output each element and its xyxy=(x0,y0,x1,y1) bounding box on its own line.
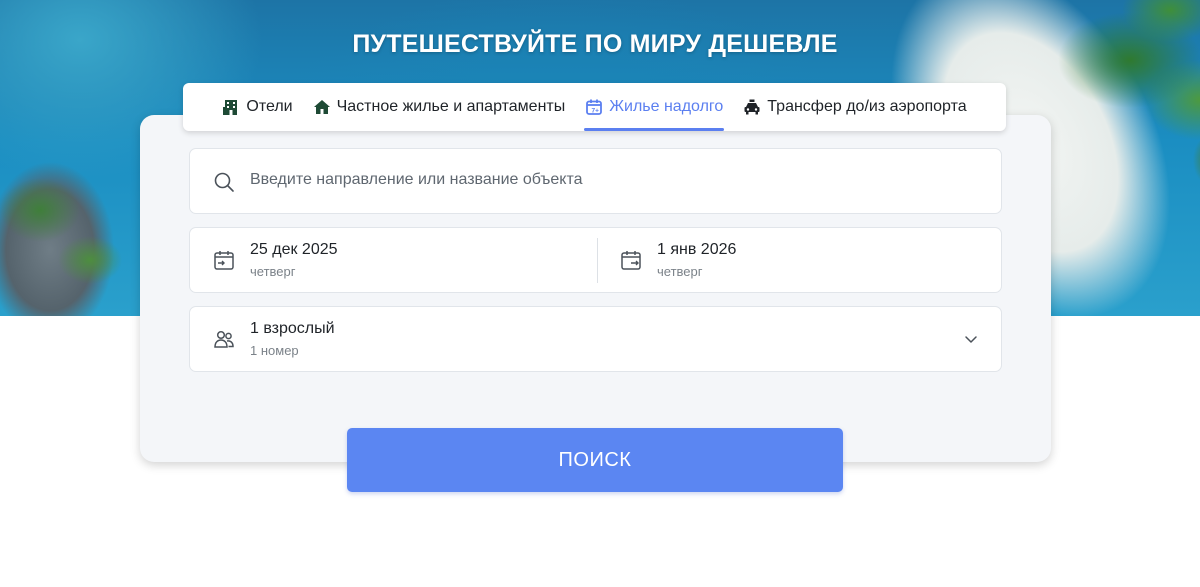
house-icon xyxy=(313,98,331,116)
tab-hotels-label: Отели xyxy=(246,98,293,115)
taxi-icon xyxy=(743,98,761,116)
hotel-icon xyxy=(222,98,240,116)
calendar-stay-icon: 7+ xyxy=(585,98,603,116)
tab-long-stay[interactable]: 7+ Жилье надолго xyxy=(584,83,725,131)
check-out-date[interactable]: 1 янв 2026 четверг xyxy=(597,228,1003,292)
tab-hotels[interactable]: Отели xyxy=(221,83,293,131)
destination-search-field[interactable]: Введите направление или название объекта xyxy=(189,148,1002,214)
search-icon xyxy=(212,170,236,194)
check-in-weekday: четверг xyxy=(250,264,296,279)
check-out-weekday: четверг xyxy=(657,264,703,279)
dates-field: 25 дек 2025 четверг 1 янв 2026 четверг xyxy=(189,227,1002,293)
tab-airport-transfer[interactable]: Трансфер до/из аэропорта xyxy=(742,83,967,131)
search-button[interactable]: ПОИСК xyxy=(347,428,843,492)
check-in-calendar-icon xyxy=(212,248,236,272)
rooms-count: 1 номер xyxy=(250,343,299,358)
svg-text:7+: 7+ xyxy=(592,107,600,114)
hero-island-right xyxy=(1180,130,1200,190)
hero-rock-island xyxy=(0,140,150,316)
check-out-calendar-icon xyxy=(619,248,643,272)
check-in-date[interactable]: 25 дек 2025 четверг xyxy=(190,228,596,292)
check-in-date-value: 25 дек 2025 xyxy=(250,241,338,258)
search-tabs: Отели Частное жилье и апартаменты 7+ Жил… xyxy=(183,83,1006,131)
tab-private-housing-label: Частное жилье и апартаменты xyxy=(336,98,566,115)
tab-private-housing[interactable]: Частное жилье и апартаменты xyxy=(312,83,567,131)
tab-airport-transfer-label: Трансфер до/из аэропорта xyxy=(767,98,967,115)
search-input[interactable]: Введите направление или название объекта xyxy=(250,171,583,189)
check-out-date-value: 1 янв 2026 xyxy=(657,241,737,258)
guests-count: 1 взрослый xyxy=(250,320,335,337)
tab-long-stay-label: Жилье надолго xyxy=(609,98,724,115)
chevron-down-icon[interactable] xyxy=(963,331,979,347)
guests-selector[interactable]: 1 взрослый 1 номер xyxy=(189,306,1002,372)
hero-title: ПУТЕШЕСТВУЙТЕ ПО МИРУ ДЕШЕВЛЕ xyxy=(352,30,838,58)
people-icon xyxy=(212,327,236,351)
